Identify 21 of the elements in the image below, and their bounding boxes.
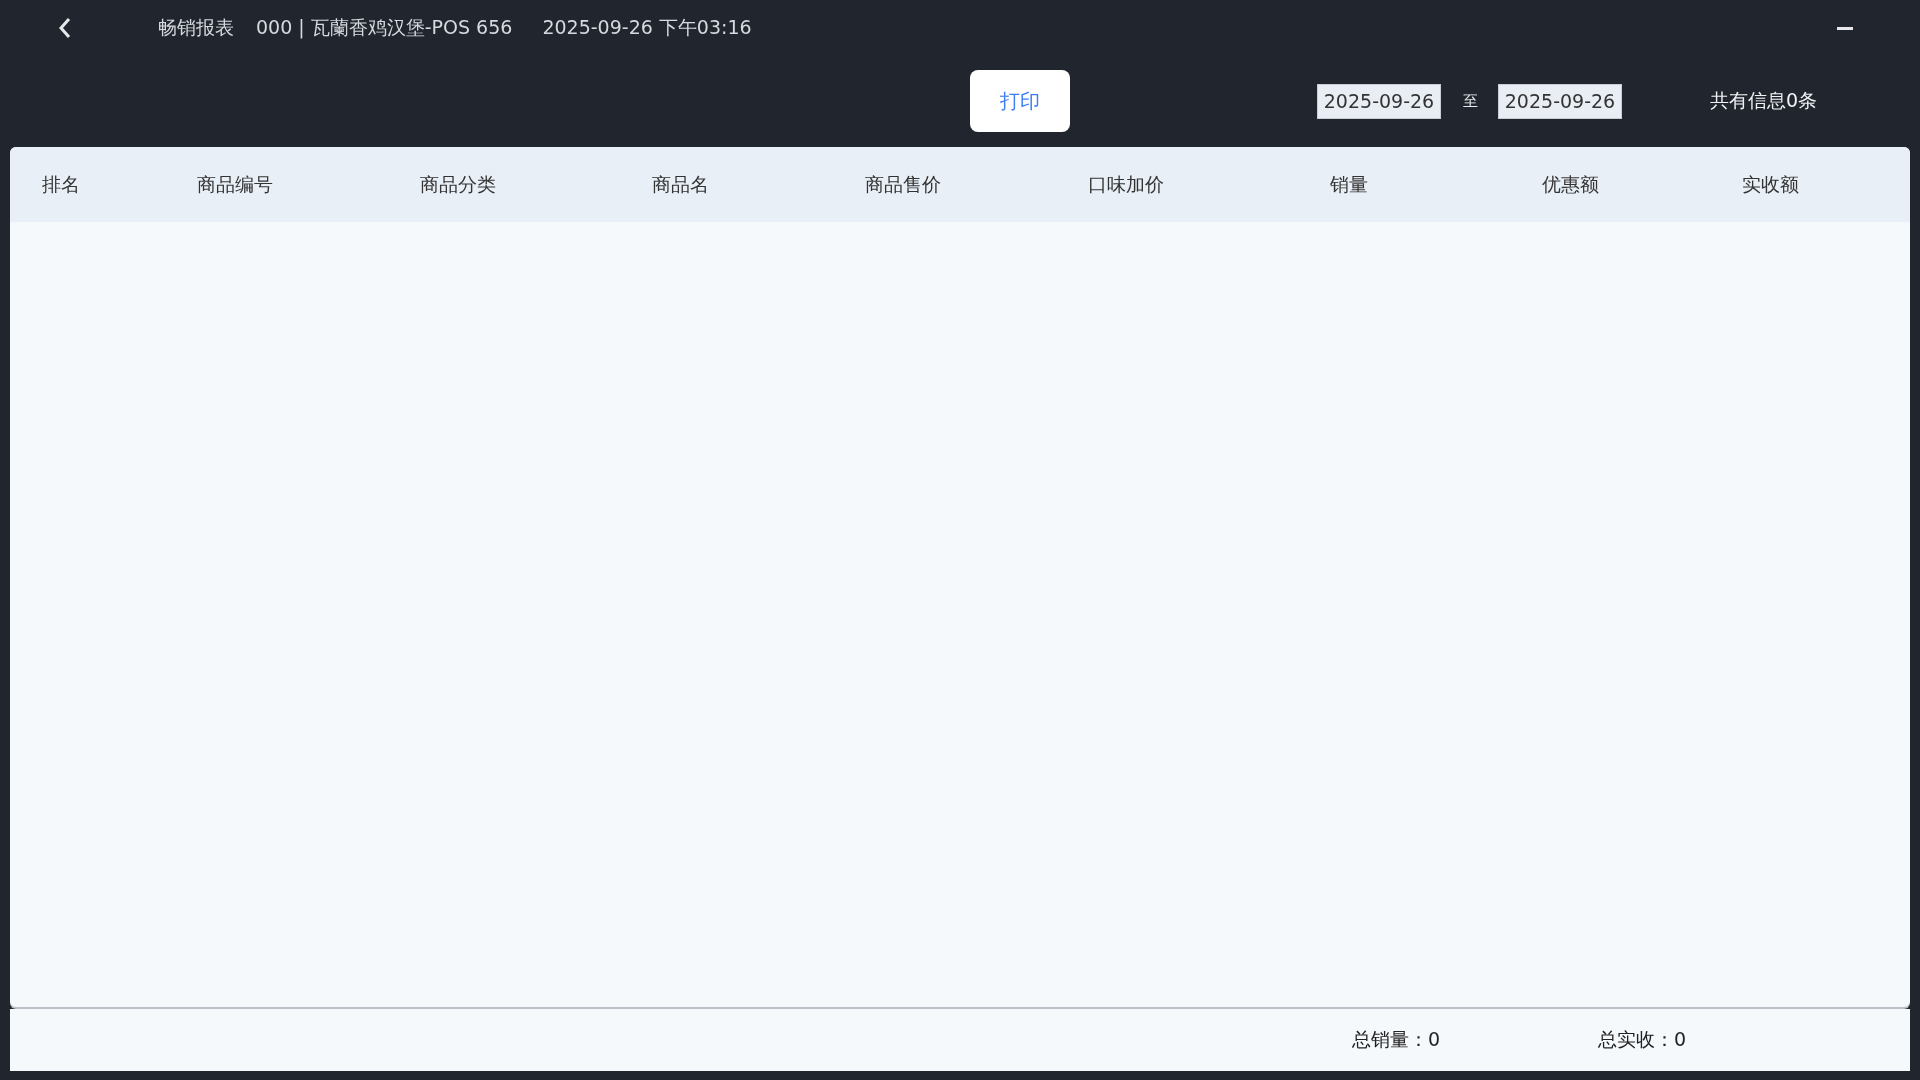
column-header: 优惠额: [1542, 171, 1600, 197]
date-separator: 至: [1463, 91, 1478, 111]
column-header: 商品名: [652, 171, 710, 197]
total-received: 总实收：0: [1598, 1027, 1687, 1052]
store-name: 000 | 瓦蘭香鸡汉堡-POS 656: [256, 15, 513, 41]
column-header: 排名: [42, 171, 81, 197]
total-sales: 总销量：0: [1352, 1027, 1441, 1052]
page-title: 畅销报表: [158, 15, 234, 40]
print-button[interactable]: 打印: [970, 70, 1070, 132]
column-header: 口味加价: [1088, 171, 1165, 197]
end-date-field[interactable]: 2025-09-26: [1498, 83, 1622, 119]
column-header: 商品编号: [197, 171, 274, 197]
record-count: 共有信息0条: [1710, 88, 1818, 113]
column-header: 商品分类: [420, 171, 497, 197]
minimize-icon[interactable]: [1837, 26, 1853, 30]
back-icon[interactable]: [58, 17, 72, 39]
column-header: 销量: [1330, 171, 1369, 197]
column-header: 商品售价: [865, 171, 942, 197]
date-time: 2025-09-26 下午03:16: [542, 15, 752, 40]
column-header: 实收额: [1742, 171, 1800, 197]
start-date-field[interactable]: 2025-09-26: [1317, 83, 1441, 119]
